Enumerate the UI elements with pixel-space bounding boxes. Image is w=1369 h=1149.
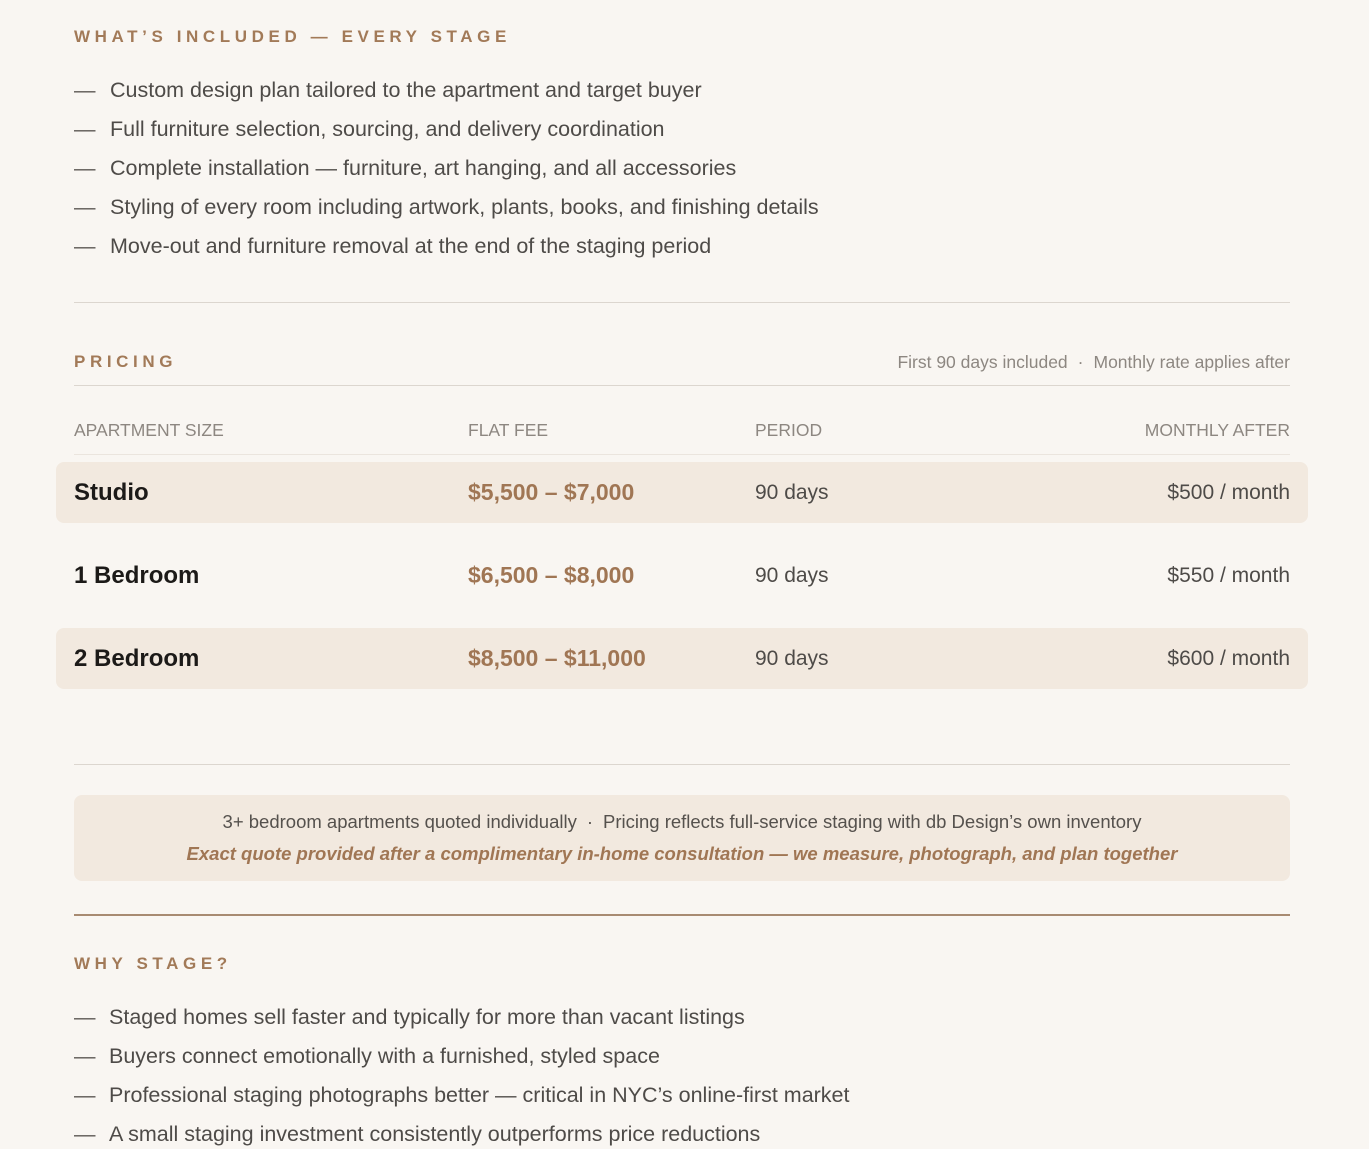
list-item: — Move-out and furniture removal at the e… [74,227,1290,266]
pricing-footnote: 3+ bedroom apartments quoted individuall… [74,811,1290,833]
list-item: — Custom design plan tailored to the apar… [74,71,1290,110]
row-fee: $6,500 – $8,000 [468,562,635,588]
list-item-text: Styling of every room including artwork,… [110,195,819,219]
row-size: 1 Bedroom [74,561,200,589]
list-item-text: A small staging investment consistently … [109,1122,761,1146]
list-item: — Buyers connect emotionally with a furni… [74,1037,1290,1076]
column-header-fee: FLAT FEE [468,420,549,440]
dash-bullet: — [74,1005,96,1029]
table-header: APARTMENT SIZE FLAT FEE PERIOD MONTHLY A… [74,420,1290,442]
divider [74,764,1290,765]
included-list: — Custom design plan tailored to the apar… [74,71,1290,266]
row-period: 90 days [755,646,829,670]
footnote-separator: · [586,811,593,832]
row-size: Studio [74,478,149,506]
why-heading: WHY STAGE? [74,954,232,973]
list-item-text: Custom design plan tailored to the apart… [110,78,702,102]
divider [74,385,1290,386]
column-header-monthly: MONTHLY AFTER [1144,420,1290,440]
list-item: — Professional staging photographs better… [74,1076,1290,1115]
column-header-period: PERIOD [755,420,823,440]
row-monthly: $550 / month [1167,563,1290,587]
pricing-heading: PRICING [74,352,178,371]
footnote-emphasis: Exact quote provided after a complimenta… [186,843,1178,864]
divider [74,302,1290,303]
pricing-note-left: First 90 days included [897,351,1068,372]
table-row: Studio $5,500 – $7,000 90 days $500 / mo… [56,462,1308,523]
dash-bullet: — [74,117,96,141]
row-fee: $5,500 – $7,000 [468,479,635,505]
row-monthly: $600 / month [1167,646,1290,670]
dash-bullet: — [74,78,96,102]
row-period: 90 days [755,480,829,504]
list-item-text: Staged homes sell faster and typically f… [109,1005,745,1029]
list-item-text: Buyers connect emotionally with a furnis… [109,1044,660,1068]
included-section: WHAT’S INCLUDED — EVERY STAGE — Custom de… [74,27,1290,266]
dash-bullet: — [74,195,96,219]
list-item: — Complete installation — furniture, art … [74,149,1290,188]
dash-bullet: — [74,234,96,258]
section-divider [74,914,1290,916]
row-monthly: $500 / month [1167,480,1290,504]
dash-bullet: — [74,1122,96,1146]
dash-bullet: — [74,1044,96,1068]
list-item: — Styling of every room including artwork… [74,188,1290,227]
row-size: 2 Bedroom [74,644,200,672]
table-row: 2 Bedroom $8,500 – $11,000 90 days $600 … [56,628,1308,689]
why-stage-section: WHY STAGE? — Staged homes sell faster and… [74,954,1290,1149]
dash-bullet: — [74,1083,96,1107]
list-item: — Full furniture selection, sourcing, and… [74,110,1290,149]
table-row: 1 Bedroom $6,500 – $8,000 90 days $550 /… [56,545,1308,606]
column-header-size: APARTMENT SIZE [74,420,224,440]
list-item-text: Move-out and furniture removal at the en… [110,234,712,258]
footnote-right: Pricing reflects full-service staging wi… [603,811,1142,832]
included-heading: WHAT’S INCLUDED — EVERY STAGE [74,27,511,46]
divider [74,454,1290,455]
footnote-left: 3+ bedroom apartments quoted individuall… [222,811,577,832]
why-list: — Staged homes sell faster and typically … [74,998,1290,1149]
list-item-text: Professional staging photographs better … [109,1083,850,1107]
pricing-header: PRICING First 90 days included · Monthly r… [74,350,1290,374]
row-period: 90 days [755,563,829,587]
row-fee: $8,500 – $11,000 [468,645,646,671]
list-item: — A small staging investment consistently… [74,1115,1290,1149]
list-item: — Staged homes sell faster and typically … [74,998,1290,1037]
pricing-note: First 90 days included · Monthly rate appl… [897,352,1290,373]
pricing-note-separator: · [1077,351,1084,372]
pricing-footnote-box: 3+ bedroom apartments quoted individuall… [74,795,1290,881]
list-item-text: Full furniture selection, sourcing, and … [110,117,665,141]
dash-bullet: — [74,156,96,180]
pricing-note-right: Monthly rate applies after [1093,351,1291,372]
list-item-text: Complete installation — furniture, art h… [110,156,737,180]
